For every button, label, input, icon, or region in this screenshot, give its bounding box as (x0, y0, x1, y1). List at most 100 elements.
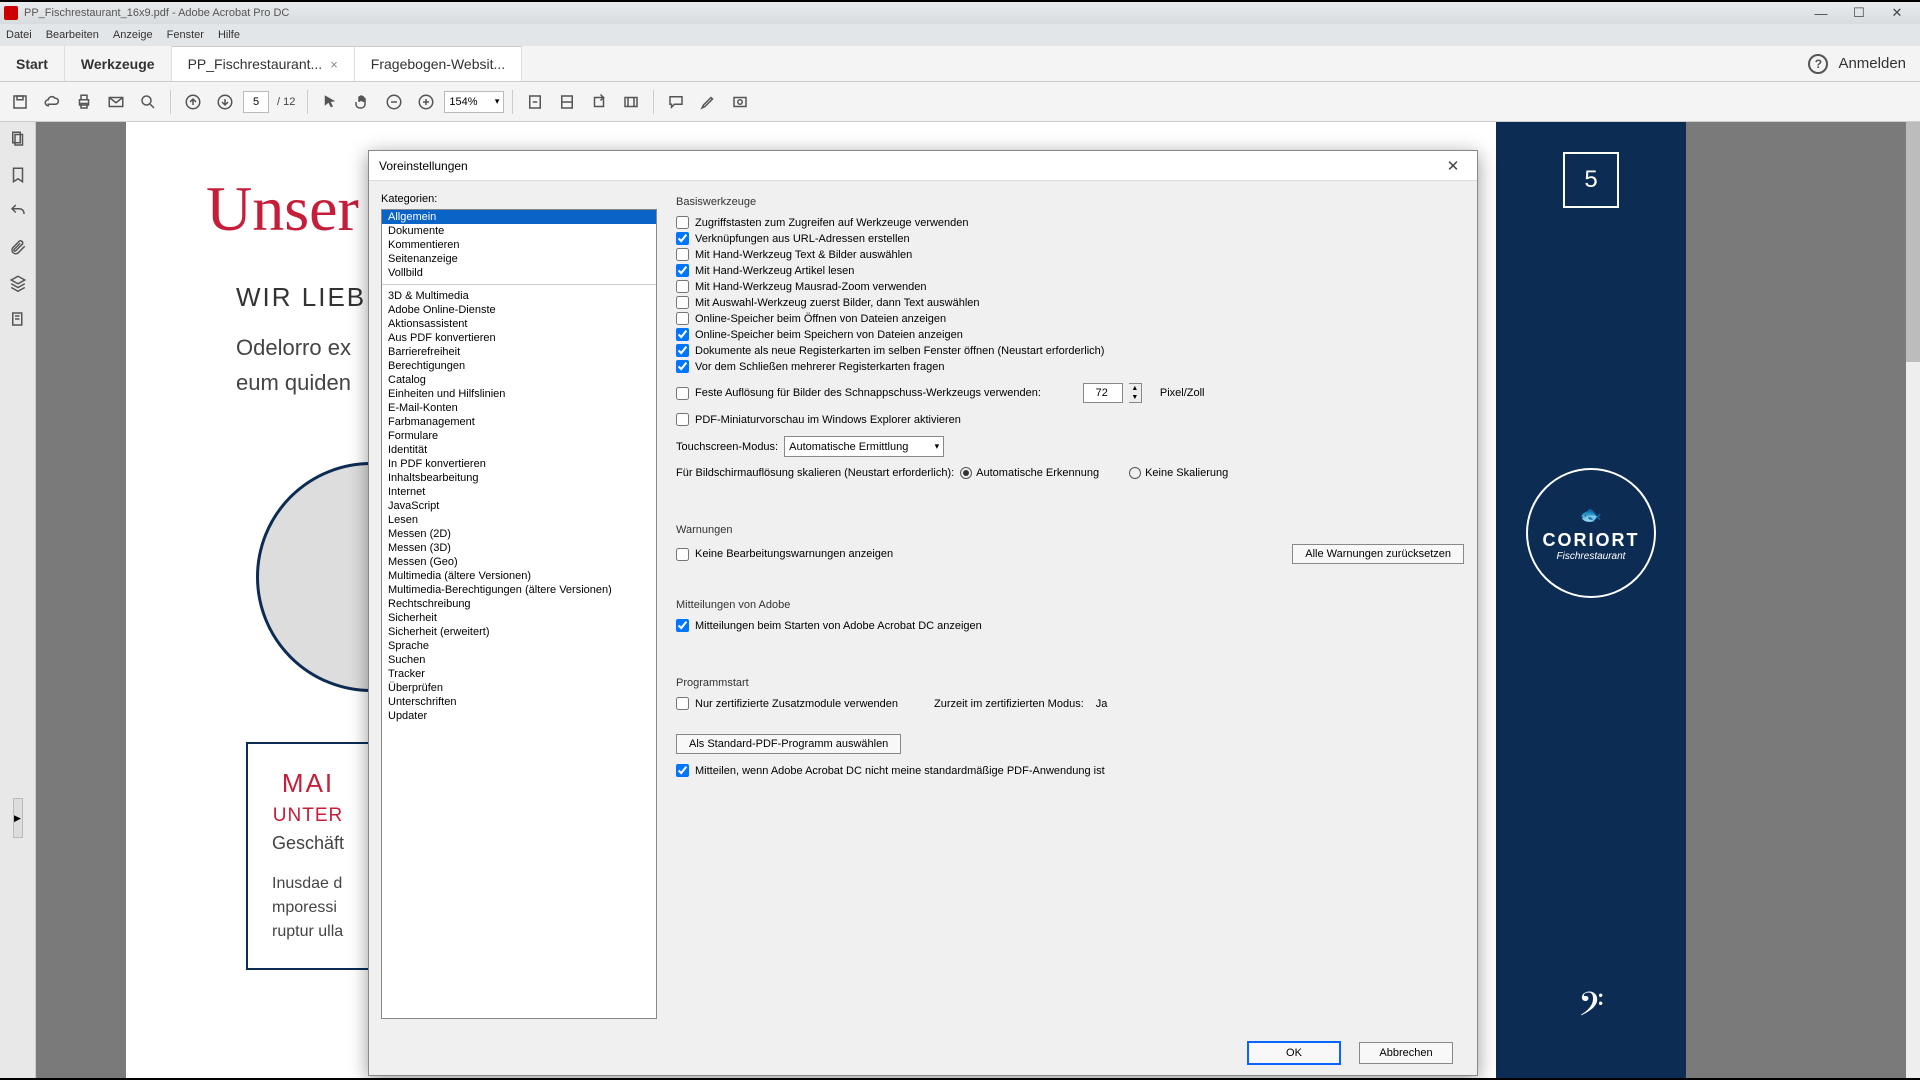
category-item[interactable]: Sprache (382, 639, 656, 653)
menu-edit[interactable]: Bearbeiten (46, 29, 99, 41)
cb-access-keys[interactable] (676, 216, 689, 229)
page-up-icon[interactable] (179, 88, 207, 116)
category-item[interactable]: Inhaltsbearbeitung (382, 471, 656, 485)
category-item[interactable]: Catalog (382, 373, 656, 387)
zoom-in-icon[interactable] (412, 88, 440, 116)
cb-not-default-warn[interactable] (676, 764, 689, 777)
category-item[interactable]: Multimedia (ältere Versionen) (382, 569, 656, 583)
tab-tools[interactable]: Werkzeuge (65, 46, 172, 81)
fixed-res-spinner[interactable]: ▲▼ (1129, 383, 1142, 403)
category-item[interactable]: Tracker (382, 667, 656, 681)
category-item[interactable]: Überprüfen (382, 681, 656, 695)
tab-start[interactable]: Start (0, 46, 65, 81)
cb-hand-wheel[interactable] (676, 280, 689, 293)
category-item[interactable]: Messen (3D) (382, 541, 656, 555)
category-item[interactable]: Einheiten und Hilfslinien (382, 387, 656, 401)
vertical-scrollbar[interactable] (1906, 122, 1920, 1078)
category-item[interactable]: Farbmanagement (382, 415, 656, 429)
radio-scale-auto[interactable]: Automatische Erkennung (960, 467, 1099, 479)
category-item[interactable]: Updater (382, 709, 656, 723)
undo-rail-icon[interactable] (7, 200, 29, 222)
hand-icon[interactable] (348, 88, 376, 116)
tags-rail-icon[interactable] (7, 308, 29, 330)
mail-icon[interactable] (102, 88, 130, 116)
zoom-select[interactable]: 154%▾ (444, 91, 504, 113)
category-item[interactable]: Kommentieren (382, 238, 656, 252)
cb-no-edit-warn[interactable] (676, 548, 689, 561)
menu-window[interactable]: Fenster (167, 29, 204, 41)
rail-expand-button[interactable]: ▶ (13, 798, 23, 838)
category-item[interactable]: Sicherheit (382, 611, 656, 625)
category-item[interactable]: Seitenanzeige (382, 252, 656, 266)
category-item[interactable]: E-Mail-Konten (382, 401, 656, 415)
category-item[interactable]: Messen (Geo) (382, 555, 656, 569)
signin-link[interactable]: Anmelden (1838, 55, 1906, 72)
category-item[interactable]: Messen (2D) (382, 527, 656, 541)
category-item[interactable]: Adobe Online-Dienste (382, 303, 656, 317)
ok-button[interactable]: OK (1247, 1041, 1341, 1065)
category-item[interactable]: Formulare (382, 429, 656, 443)
zoom-out-icon[interactable] (380, 88, 408, 116)
layers-icon[interactable] (7, 272, 29, 294)
cb-online-open[interactable] (676, 312, 689, 325)
category-item[interactable]: Unterschriften (382, 695, 656, 709)
close-icon[interactable]: × (330, 57, 338, 72)
category-item[interactable]: Vollbild (382, 266, 656, 280)
tab-doc2[interactable]: Fragebogen-Websit... (355, 46, 522, 81)
rotate-icon[interactable] (585, 88, 613, 116)
category-item[interactable]: Barrierefreiheit (382, 345, 656, 359)
cb-hand-text[interactable] (676, 248, 689, 261)
reset-warnings-button[interactable]: Alle Warnungen zurücksetzen (1292, 544, 1464, 564)
menu-file[interactable]: Datei (6, 29, 32, 41)
category-item[interactable]: In PDF konvertieren (382, 457, 656, 471)
tab-doc1[interactable]: PP_Fischrestaurant...× (172, 46, 355, 81)
category-item[interactable]: 3D & Multimedia (382, 289, 656, 303)
cb-online-save[interactable] (676, 328, 689, 341)
category-item[interactable]: Allgemein (382, 210, 656, 224)
minimize-button[interactable]: — (1802, 3, 1840, 23)
bookmarks-icon[interactable] (7, 164, 29, 186)
category-item[interactable]: Suchen (382, 653, 656, 667)
cb-fixed-res[interactable] (676, 387, 689, 400)
category-item[interactable]: JavaScript (382, 499, 656, 513)
touch-mode-select[interactable]: Automatische Ermittlung▾ (784, 436, 944, 457)
cb-show-msgs[interactable] (676, 619, 689, 632)
help-icon[interactable]: ? (1808, 54, 1828, 74)
category-item[interactable]: Sicherheit (erweitert) (382, 625, 656, 639)
category-item[interactable]: Multimedia-Berechtigungen (ältere Versio… (382, 583, 656, 597)
menu-help[interactable]: Hilfe (218, 29, 240, 41)
category-item[interactable]: Berechtigungen (382, 359, 656, 373)
page-down-icon[interactable] (211, 88, 239, 116)
category-item[interactable]: Rechtschreibung (382, 597, 656, 611)
category-item[interactable]: Aktionsassistent (382, 317, 656, 331)
cb-pdf-thumb[interactable] (676, 413, 689, 426)
cb-tabs-same-window[interactable] (676, 344, 689, 357)
default-pdf-button[interactable]: Als Standard-PDF-Programm auswählen (676, 734, 901, 754)
cb-confirm-close-tabs[interactable] (676, 360, 689, 373)
category-item[interactable]: Internet (382, 485, 656, 499)
print-icon[interactable] (70, 88, 98, 116)
highlight-icon[interactable] (694, 88, 722, 116)
category-item[interactable]: Aus PDF konvertieren (382, 331, 656, 345)
read-mode-icon[interactable] (617, 88, 645, 116)
thumbnails-icon[interactable] (7, 128, 29, 150)
page-input[interactable] (243, 91, 269, 113)
cb-hand-article[interactable] (676, 264, 689, 277)
menu-view[interactable]: Anzeige (113, 29, 153, 41)
attachments-icon[interactable] (7, 236, 29, 258)
fixed-res-input[interactable] (1083, 383, 1123, 403)
cb-url-links[interactable] (676, 232, 689, 245)
maximize-button[interactable]: ☐ (1840, 3, 1878, 23)
save-icon[interactable] (6, 88, 34, 116)
pointer-icon[interactable] (316, 88, 344, 116)
category-item[interactable]: Identität (382, 443, 656, 457)
category-item[interactable]: Dokumente (382, 224, 656, 238)
comment-icon[interactable] (662, 88, 690, 116)
categories-list[interactable]: AllgemeinDokumenteKommentierenSeitenanze… (381, 209, 657, 1019)
radio-scale-none[interactable]: Keine Skalierung (1129, 467, 1228, 479)
cancel-button[interactable]: Abbrechen (1359, 1042, 1453, 1064)
fit-width-icon[interactable] (553, 88, 581, 116)
cb-select-img-first[interactable] (676, 296, 689, 309)
category-item[interactable]: Lesen (382, 513, 656, 527)
stamp-icon[interactable] (726, 88, 754, 116)
